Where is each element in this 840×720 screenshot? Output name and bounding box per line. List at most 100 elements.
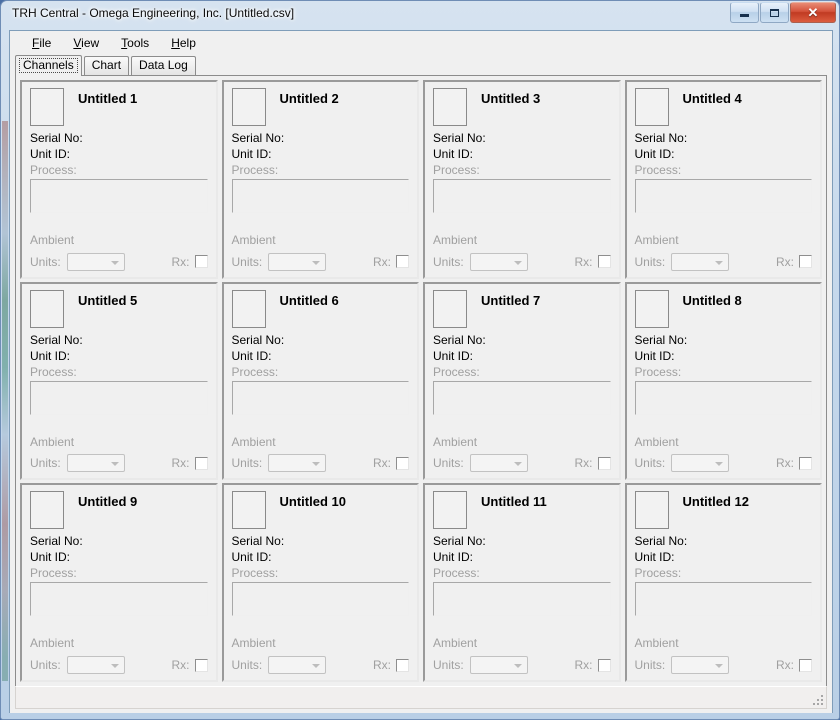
process-readout-field[interactable] [433,380,611,415]
process-readout-field[interactable] [231,179,409,213]
channel-header: Untitled 11 [433,491,611,533]
channel-title: Untitled 7 [481,292,541,308]
rx-checkbox[interactable] [799,456,812,470]
rx-checkbox[interactable] [597,456,611,470]
units-dropdown[interactable] [469,252,528,271]
menu-tools[interactable]: Tools [111,33,161,53]
rx-checkbox[interactable] [396,255,409,269]
units-label: Units: [634,658,666,672]
process-readout-field[interactable] [634,179,812,213]
sensor-icon [231,289,266,328]
title-bar[interactable]: TRH Central - Omega Engineering, Inc. [U… [1,1,840,29]
menu-view[interactable]: View [63,33,111,53]
units-dropdown[interactable] [671,656,730,674]
rx-checkbox[interactable] [194,658,208,672]
channel-panel: Untitled 8 Serial No: Unit ID: Process: Ambi… [624,281,822,481]
channel-title: Untitled 9 [78,494,138,510]
rx-checkbox[interactable] [396,456,409,470]
units-dropdown[interactable] [671,454,730,473]
ambient-label: Ambient [433,636,478,651]
menu-help-accel: H [171,35,180,50]
minimize-button[interactable] [730,2,759,23]
channel-panel: Untitled 6 Serial No: Unit ID: Process: Ambi… [221,281,419,481]
process-readout-field[interactable] [231,380,409,415]
window-title: TRH Central - Omega Engineering, Inc. [U… [12,6,295,20]
ambient-label: Ambient [30,434,75,449]
sensor-icon [433,289,467,328]
tab-data-log[interactable]: Data Log [131,56,196,75]
sensor-icon [231,491,266,530]
process-readout-field[interactable] [634,582,812,617]
units-label: Units: [634,456,666,471]
units-label: Units: [433,254,464,269]
rx-label: Rx: [373,658,391,672]
process-readout-field[interactable] [634,380,812,415]
units-dropdown[interactable] [469,454,528,473]
rx-checkbox[interactable] [799,255,812,269]
sensor-icon [433,88,467,126]
rx-group: Rx: [373,255,409,269]
rx-label: Rx: [776,254,794,269]
status-bar [15,686,827,709]
process-label: Process: [30,364,77,379]
sensor-icon [30,491,64,530]
menu-help[interactable]: Help [161,33,208,53]
serial-no-label: Serial No: [433,534,486,549]
rx-label: Rx: [171,254,190,269]
serial-no-label: Serial No: [30,332,83,347]
tab-chart[interactable]: Chart [83,56,130,75]
units-dropdown[interactable] [469,656,528,674]
rx-label: Rx: [574,456,593,471]
menu-file[interactable]: File [22,33,63,53]
unit-id-label: Unit ID: [433,348,474,363]
units-dropdown[interactable] [671,252,730,271]
rx-checkbox[interactable] [799,658,812,672]
rx-checkbox[interactable] [396,658,409,672]
rx-label: Rx: [171,658,190,672]
maximize-restore-button[interactable] [760,2,789,23]
process-readout-field[interactable] [30,179,208,213]
unit-id-label: Unit ID: [634,348,675,363]
rx-group: Rx: [575,658,611,672]
chevron-down-icon [110,664,119,668]
serial-no-label: Serial No: [231,534,285,549]
ambient-label: Ambient [231,434,276,449]
rx-checkbox[interactable] [597,255,611,269]
chevron-down-icon [513,664,522,668]
process-readout-field[interactable] [433,582,611,617]
rx-checkbox[interactable] [194,456,208,470]
rx-group: Rx: [172,255,208,269]
units-dropdown[interactable] [66,454,125,473]
units-dropdown[interactable] [268,252,327,271]
rx-group: Rx: [776,658,812,672]
units-dropdown[interactable] [268,656,327,674]
channel-controls: Units: Rx: [30,252,208,271]
close-button[interactable]: ✕ [790,2,836,23]
unit-id-label: Unit ID: [231,348,272,363]
channel-panel: Untitled 12 Serial No: Unit ID: Process: Amb… [624,483,822,682]
tab-channels[interactable]: Channels [15,55,82,76]
ambient-label: Ambient [231,636,276,651]
rx-group: Rx: [575,255,611,269]
process-readout-field[interactable] [30,582,208,617]
ambient-label: Ambient [433,434,478,449]
units-label: Units: [231,456,263,471]
process-readout-field[interactable] [433,179,611,213]
chevron-down-icon [715,260,724,265]
channel-title: Untitled 4 [682,91,742,106]
units-dropdown[interactable] [66,252,125,271]
menu-view-accel: V [73,35,82,50]
menu-help-label: elp [179,35,196,50]
process-readout-field[interactable] [30,380,208,415]
channel-controls: Units: Rx: [635,252,812,271]
channel-header: Untitled 5 [30,289,208,332]
rx-checkbox[interactable] [194,255,208,269]
rx-checkbox[interactable] [597,658,611,672]
resize-grip-icon[interactable] [811,693,823,705]
menu-tools-label: ools [127,35,150,50]
window-controls: ✕ [730,2,836,23]
serial-no-label: Serial No: [231,332,285,347]
units-dropdown[interactable] [268,454,327,473]
process-readout-field[interactable] [231,582,409,617]
units-dropdown[interactable] [66,656,125,674]
